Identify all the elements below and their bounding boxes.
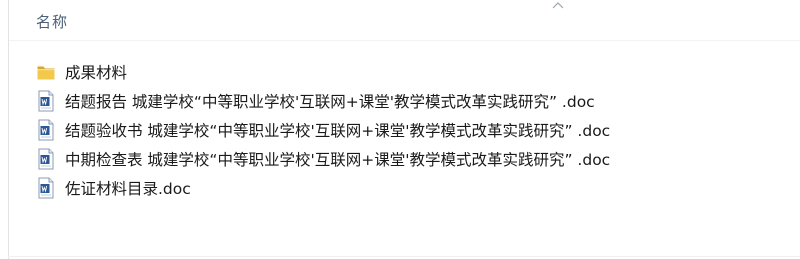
column-header-bar: 名称 (9, 0, 800, 41)
list-item-doc[interactable]: 中期检查表 城建学校“中等职业学校'互联网+课堂'教学模式改革实践研究” .do… (36, 147, 800, 171)
file-name: 中期检查表 城建学校“中等职业学校'互联网+课堂'教学模式改革实践研究” .do… (65, 151, 611, 169)
name-column-header[interactable]: 名称 (36, 11, 68, 32)
list-item-doc[interactable]: 结题验收书 城建学校“中等职业学校'互联网+课堂'教学模式改革实践研究” .do… (36, 118, 800, 142)
sort-ascending-icon (552, 2, 564, 9)
list-item-folder[interactable]: 成果材料 (36, 60, 800, 84)
file-name: 结题报告 城建学校“中等职业学校'互联网+课堂'教学模式改革实践研究” .doc (65, 93, 595, 111)
file-name: 成果材料 (65, 64, 128, 82)
file-name: 佐证材料目录.doc (65, 180, 191, 198)
word-doc-icon (36, 177, 56, 199)
word-doc-icon (36, 148, 56, 170)
word-doc-icon (36, 119, 56, 141)
file-explorer-window: 名称 成果材料 结题报告 城建学校“中等职业学校'互联网+课堂'教学模式改革实践… (0, 0, 800, 259)
file-name: 结题验收书 城建学校“中等职业学校'互联网+课堂'教学模式改革实践研究” .do… (65, 122, 611, 140)
file-list: 成果材料 结题报告 城建学校“中等职业学校'互联网+课堂'教学模式改革实践研究”… (36, 60, 800, 205)
folder-icon (36, 61, 56, 83)
list-item-doc[interactable]: 结题报告 城建学校“中等职业学校'互联网+课堂'教学模式改革实践研究” .doc (36, 89, 800, 113)
list-item-doc[interactable]: 佐证材料目录.doc (36, 176, 800, 200)
pane-bottom-border (8, 256, 800, 257)
word-doc-icon (36, 90, 56, 112)
